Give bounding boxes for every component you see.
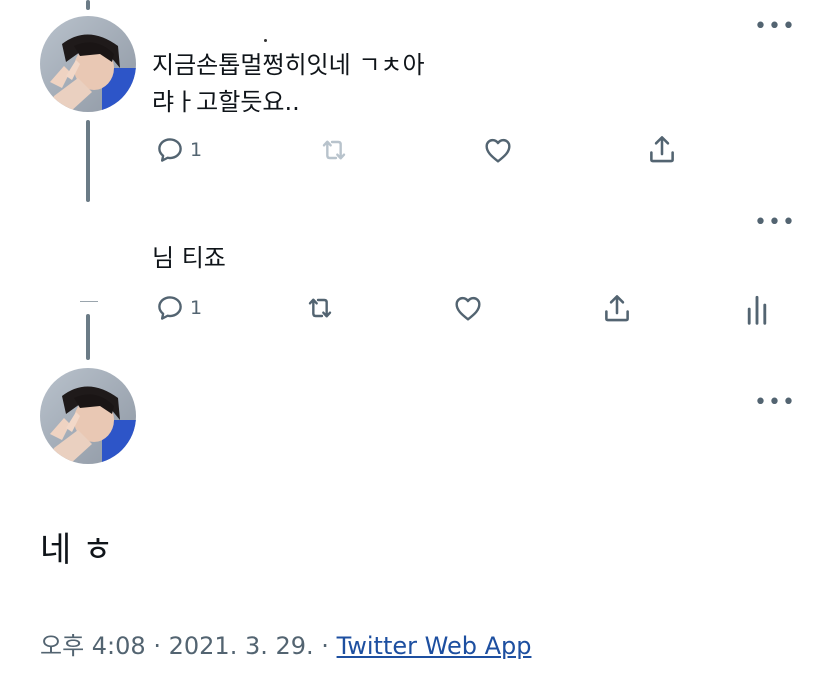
avatar[interactable]: [40, 16, 136, 112]
thread-line-middle: [86, 120, 90, 202]
retweet-icon: [308, 298, 332, 318]
reply-text: 님 티죠: [152, 244, 226, 272]
reply-count: 1: [190, 297, 203, 319]
reply-button[interactable]: 1: [154, 135, 202, 165]
heart-icon: [455, 296, 481, 321]
thread-line-top: [86, 0, 90, 10]
like-button[interactable]: [451, 292, 485, 324]
reply-count: 1: [190, 139, 203, 161]
divider-mark: [80, 301, 98, 302]
avatar[interactable]: [40, 368, 136, 464]
heart-icon: [485, 138, 511, 163]
avatar-photo: [40, 368, 136, 464]
retweet-button[interactable]: [302, 292, 338, 324]
reply-bubble-icon: [158, 138, 182, 162]
tweet-source-link[interactable]: Twitter Web App: [337, 632, 532, 660]
tweet-metadata: 오후 4:08 · 2021. 3. 29. · Twitter Web App: [40, 628, 531, 664]
tweet-date: 2021. 3. 29.: [168, 632, 314, 660]
like-button[interactable]: [481, 134, 515, 166]
tweet-thread: ••• 지금손톱멀쩡히잇네 ㄱㅊ아 랴ㅏ고할듯요.. 1 ••• 님 티죠 1: [0, 0, 827, 678]
analytics-button[interactable]: [744, 292, 770, 326]
retweet-icon: [322, 140, 346, 160]
reply-bubble-icon: [158, 296, 182, 320]
tweet-time: 오후 4:08: [40, 632, 146, 660]
tweet-text: 네 ㅎ: [40, 530, 114, 570]
share-button[interactable]: [645, 131, 679, 167]
speck-mark: [264, 39, 267, 42]
meta-separator: ·: [153, 632, 161, 660]
retweet-button[interactable]: [316, 134, 352, 166]
reply-text-line-1: 지금손톱멀쩡히잇네 ㄱㅊ아: [152, 51, 425, 79]
thread-line-bottom: [86, 314, 90, 360]
analytics-icon: [747, 295, 767, 325]
more-options-button[interactable]: •••: [754, 212, 796, 234]
reply-button[interactable]: 1: [154, 293, 202, 323]
more-options-button[interactable]: •••: [754, 392, 796, 414]
more-options-button[interactable]: •••: [754, 16, 796, 38]
share-icon: [605, 295, 629, 322]
share-button[interactable]: [600, 290, 634, 326]
avatar-photo: [40, 16, 136, 112]
meta-separator: ·: [321, 632, 329, 660]
reply-text-line-2: 랴ㅏ고할듯요..: [152, 88, 300, 116]
share-icon: [650, 136, 674, 163]
